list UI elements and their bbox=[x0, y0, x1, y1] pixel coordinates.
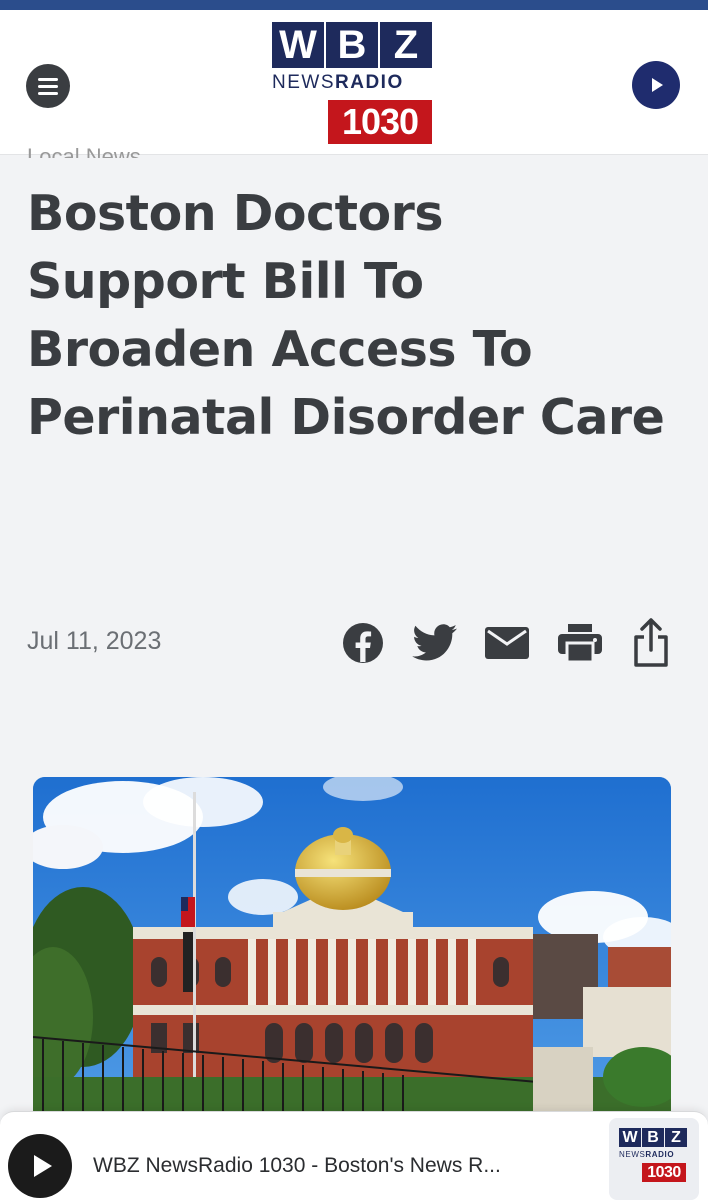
hamburger-menu-button[interactable] bbox=[26, 64, 70, 108]
logo-letter: Z bbox=[665, 1128, 687, 1147]
top-status-strip bbox=[0, 0, 708, 10]
hamburger-icon bbox=[38, 77, 58, 81]
article-category[interactable]: Local News bbox=[27, 136, 227, 158]
share-icon bbox=[634, 618, 668, 667]
logo-letter: B bbox=[326, 22, 378, 68]
player-station-title[interactable]: WBZ NewsRadio 1030 - Boston's News R... bbox=[93, 1154, 501, 1178]
logo-letter: W bbox=[272, 22, 324, 68]
twitter-icon bbox=[412, 624, 458, 661]
facebook-icon bbox=[343, 623, 383, 663]
player-play-button[interactable] bbox=[8, 1134, 72, 1198]
twitter-share-button[interactable] bbox=[410, 620, 460, 666]
email-icon bbox=[485, 627, 529, 659]
logo-newsradio: NEWSRADIO bbox=[272, 72, 404, 93]
logo-letter: W bbox=[619, 1128, 641, 1147]
native-share-button[interactable] bbox=[628, 618, 674, 667]
logo-letters: W B Z bbox=[272, 22, 434, 68]
print-icon bbox=[558, 624, 602, 663]
logo-frequency: 1030 bbox=[328, 100, 432, 144]
article-date: Jul 11, 2023 bbox=[27, 627, 162, 655]
audio-player-bar: WBZ NewsRadio 1030 - Boston's News R... … bbox=[0, 1111, 708, 1200]
article-headline: Boston Doctors Support Bill To Broaden A… bbox=[27, 185, 665, 446]
station-logo[interactable]: W B Z NEWSRADIO 1030 bbox=[272, 22, 434, 146]
logo-letter: B bbox=[642, 1128, 664, 1147]
article-hero-image bbox=[33, 777, 671, 1117]
print-button[interactable] bbox=[555, 620, 605, 666]
email-share-button[interactable] bbox=[482, 620, 532, 666]
player-station-logo[interactable]: W B Z NEWSRADIO 1030 bbox=[609, 1118, 699, 1200]
site-header: W B Z NEWSRADIO 1030 bbox=[0, 10, 708, 155]
logo-letter: Z bbox=[380, 22, 432, 68]
facebook-share-button[interactable] bbox=[340, 620, 386, 666]
header-play-button[interactable] bbox=[632, 61, 680, 109]
